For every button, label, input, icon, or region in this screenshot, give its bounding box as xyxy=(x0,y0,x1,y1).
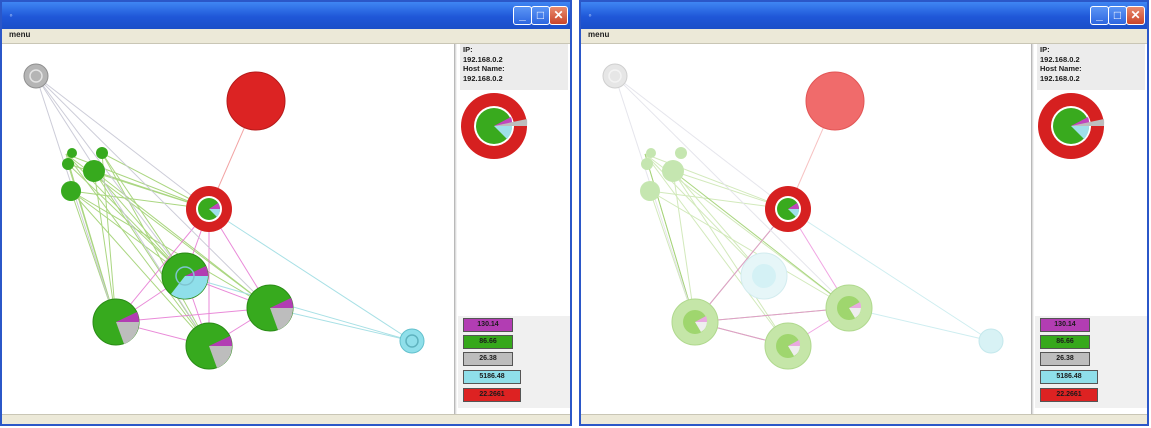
minimize-button[interactable]: _ xyxy=(1090,6,1109,25)
legend-item: 22.2661 xyxy=(1040,388,1098,402)
network-graph-canvas[interactable] xyxy=(6,46,452,411)
maximize-button[interactable]: □ xyxy=(1108,6,1127,25)
legend-item: 86.66 xyxy=(1040,335,1090,349)
hostname-value: 192.168.0.2 xyxy=(463,73,503,83)
hostname-value: 192.168.0.2 xyxy=(1040,73,1080,83)
node-selected-host[interactable] xyxy=(186,186,232,232)
maximize-icon: □ xyxy=(1113,8,1122,22)
node-green-pie[interactable] xyxy=(671,298,719,346)
menu-bar: menu xyxy=(2,29,570,44)
close-button[interactable]: ✕ xyxy=(549,6,568,25)
node-green-small[interactable] xyxy=(641,158,653,170)
network-viewer-window-right: ◦ _ □ ✕ menu IP: 192.168.0.2 Host Name: … xyxy=(579,0,1149,426)
menu-item[interactable]: menu xyxy=(588,30,609,39)
legend-item: 5186.48 xyxy=(1040,370,1098,384)
title-bar[interactable]: ◦ _ □ ✕ xyxy=(2,2,570,29)
maximize-icon: □ xyxy=(536,8,545,22)
panel-divider[interactable] xyxy=(1031,44,1034,414)
host-traffic-pie xyxy=(1038,93,1105,159)
title-bar[interactable]: ◦ _ □ ✕ xyxy=(581,2,1147,29)
node-red-large[interactable] xyxy=(226,71,286,131)
window-icon: ◦ xyxy=(588,10,592,20)
node-green-pie[interactable] xyxy=(92,298,140,346)
network-graph xyxy=(23,63,425,370)
ip-value: 192.168.0.2 xyxy=(463,54,503,64)
legend-item: 5186.48 xyxy=(463,370,521,384)
legend-item: 26.38 xyxy=(1040,352,1090,366)
node-green-small[interactable] xyxy=(61,181,81,201)
network-graph-canvas[interactable] xyxy=(585,46,1031,411)
node-green-small[interactable] xyxy=(62,158,74,170)
node-green-small[interactable] xyxy=(96,147,108,159)
legend-item: 130.14 xyxy=(463,318,513,332)
node-green-pie[interactable] xyxy=(825,284,873,332)
node-cyan-green[interactable] xyxy=(740,252,788,300)
node-gray[interactable] xyxy=(23,63,49,89)
node-cyan-small[interactable] xyxy=(399,328,425,354)
node-green-small[interactable] xyxy=(83,160,105,182)
host-info-panel: IP: 192.168.0.2 Host Name: 192.168.0.2 1… xyxy=(1035,44,1147,414)
menu-item[interactable]: menu xyxy=(9,30,30,39)
close-icon: ✕ xyxy=(1130,8,1141,22)
status-bar xyxy=(581,414,1147,424)
hostname-label: Host Name: xyxy=(463,64,505,73)
node-red-large[interactable] xyxy=(805,71,865,131)
panel-divider[interactable] xyxy=(454,44,457,414)
node-selected-host[interactable] xyxy=(765,186,811,232)
node-green-pie[interactable] xyxy=(246,284,294,332)
node-cyan-small[interactable] xyxy=(978,328,1004,354)
legend-item: 22.2661 xyxy=(463,388,521,402)
maximize-button[interactable]: □ xyxy=(531,6,550,25)
legend-item: 86.66 xyxy=(463,335,513,349)
node-green-pie[interactable] xyxy=(185,322,233,370)
menu-bar: menu xyxy=(581,29,1147,44)
host-traffic-pie xyxy=(461,93,528,159)
close-icon: ✕ xyxy=(553,8,564,22)
legend-item: 26.38 xyxy=(463,352,513,366)
node-green-small[interactable] xyxy=(675,147,687,159)
window-icon: ◦ xyxy=(9,10,13,20)
host-info-box: IP: 192.168.0.2 Host Name: 192.168.0.2 xyxy=(460,44,568,90)
ip-value: 192.168.0.2 xyxy=(1040,54,1080,64)
network-viewer-window-left: ◦ _ □ ✕ menu IP: 192.168.0.2 Host Name: … xyxy=(0,0,572,426)
node-green-small[interactable] xyxy=(67,148,77,158)
host-info-panel: IP: 192.168.0.2 Host Name: 192.168.0.2 1… xyxy=(458,44,570,414)
node-green-pie[interactable] xyxy=(764,322,812,370)
network-graph xyxy=(602,63,1004,370)
minimize-icon: _ xyxy=(1096,8,1103,22)
ip-label: IP: xyxy=(1040,45,1050,54)
close-button[interactable]: ✕ xyxy=(1126,6,1145,25)
hostname-label: Host Name: xyxy=(1040,64,1082,73)
node-green-small[interactable] xyxy=(640,181,660,201)
status-bar xyxy=(2,414,570,424)
node-green-small[interactable] xyxy=(662,160,684,182)
minimize-icon: _ xyxy=(519,8,526,22)
host-info-box: IP: 192.168.0.2 Host Name: 192.168.0.2 xyxy=(1037,44,1145,90)
node-green-small[interactable] xyxy=(646,148,656,158)
node-cyan-green[interactable] xyxy=(161,252,209,300)
ip-label: IP: xyxy=(463,45,473,54)
minimize-button[interactable]: _ xyxy=(513,6,532,25)
legend-item: 130.14 xyxy=(1040,318,1090,332)
node-gray[interactable] xyxy=(602,63,628,89)
